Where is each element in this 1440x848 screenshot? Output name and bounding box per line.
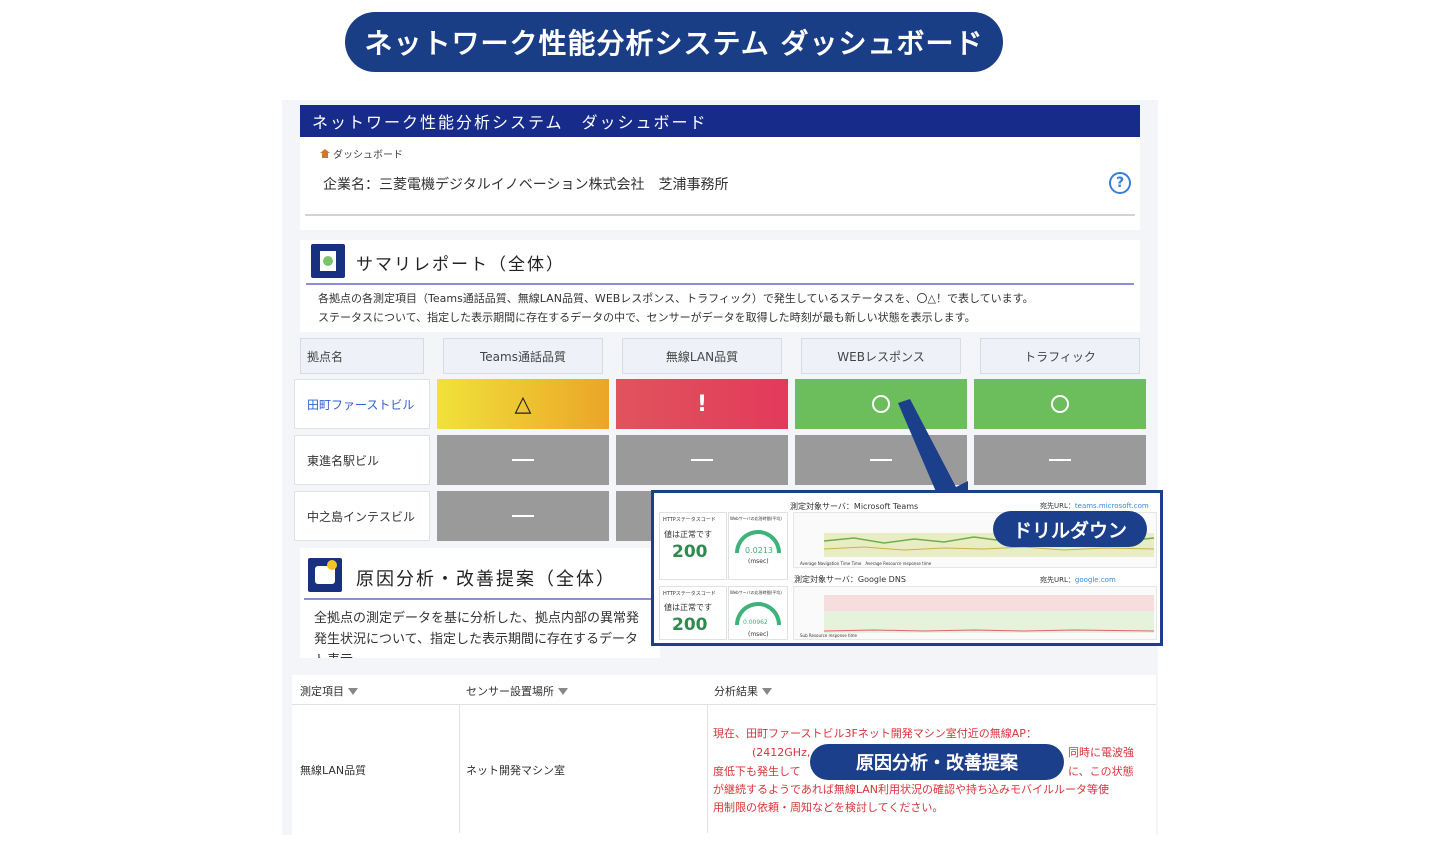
drilldown-badge: ドリルダウン — [993, 511, 1147, 547]
cause-desc-3: ト表示 — [314, 650, 353, 658]
status-code-1: 200 — [672, 542, 708, 562]
status-cell-none — [437, 435, 609, 485]
server-label-teams: 測定対象サーバ：Microsoft Teams — [790, 502, 919, 511]
http-label: HTTPステータスコード — [663, 591, 716, 597]
result-line-2a: (2412GHz, — [752, 746, 811, 759]
result-line-3a: 度低下も発生して — [713, 765, 801, 778]
banner-title: ネットワーク性能分析システム ダッシュボード — [345, 12, 1003, 72]
result-line-2b: 同時に電波強 — [1068, 746, 1134, 759]
status-cell-none — [616, 491, 656, 541]
http-label: HTTPステータスコード — [663, 517, 716, 523]
status-cell-ok-traffic[interactable] — [974, 379, 1146, 429]
alert-icon: ! — [696, 391, 708, 417]
no-data-icon — [1049, 459, 1071, 461]
unit-label: (msec) — [748, 631, 769, 638]
section-rule — [304, 598, 654, 600]
row-place: ネット開発マシン室 — [466, 764, 565, 777]
report-icon — [311, 244, 345, 278]
result-line-3b: に、この状態 — [1068, 765, 1134, 778]
rt-label: Webサーバの応答時間(平均) — [730, 516, 782, 521]
col-item[interactable]: 測定項目 — [300, 683, 358, 699]
filter-icon[interactable] — [762, 687, 772, 695]
unit-label: (msec) — [748, 558, 769, 565]
no-data-icon — [691, 459, 713, 461]
cause-desc-1: 全拠点の測定データを基に分析した、拠点内部の異常発 — [314, 611, 640, 626]
status-cell-none — [437, 491, 609, 541]
no-data-icon — [512, 515, 534, 517]
legend-1: Average Navigation Time Time Average Res… — [800, 561, 932, 566]
cause-badge: 原因分析・改善提案 — [810, 744, 1064, 780]
row-item: 無線LAN品質 — [300, 764, 367, 777]
breadcrumb-label: ダッシュボード — [333, 150, 403, 161]
site-label-nakanoshima: 中之島インテスビル — [294, 491, 430, 541]
site-label-meieki: 東進名駅ビル — [294, 435, 430, 485]
status-cell-none — [974, 435, 1146, 485]
url-label-dns: 宛先URL：google.com — [1040, 576, 1116, 584]
status-cell-warning[interactable]: △ — [437, 379, 609, 429]
url-label-teams: 宛先URL：teams.microsoft.com — [1040, 502, 1149, 510]
cause-desc-2: 発生状況について、指定した表示期間に存在するデータ — [314, 632, 638, 647]
col-traffic: トラフィック — [980, 338, 1140, 374]
col-site: 拠点名 — [300, 338, 424, 374]
ok-circle-icon — [1051, 395, 1069, 413]
col-wlan: 無線LAN品質 — [622, 338, 782, 374]
response-graph-2 — [793, 586, 1157, 640]
col-web: WEBレスポンス — [801, 338, 961, 374]
home-icon — [320, 149, 330, 158]
server-label-dns: 測定対象サーバ：Google DNS — [794, 575, 906, 584]
filter-icon[interactable] — [348, 687, 358, 695]
col-result[interactable]: 分析結果 — [714, 683, 772, 699]
warning-icon: △ — [514, 391, 532, 417]
no-data-icon — [512, 459, 534, 461]
summary-desc-1: 各拠点の各測定項目（Teams通話品質、無線LAN品質、WEBレスポンス、トラフ… — [318, 292, 1034, 305]
site-link-tamachi[interactable]: 田町ファーストビル — [294, 379, 430, 429]
status-cell-error[interactable]: ! — [616, 379, 788, 429]
normal-label: 値は正常です — [664, 530, 712, 539]
summary-title: サマリレポート（全体） — [356, 255, 565, 275]
column-divider — [707, 705, 708, 833]
normal-label: 値は正常です — [664, 603, 712, 612]
help-icon[interactable]: ? — [1109, 172, 1131, 194]
response-value-2: 0.00962 — [743, 619, 768, 626]
idea-icon — [308, 558, 342, 592]
column-divider — [459, 705, 460, 833]
filter-icon[interactable] — [558, 687, 568, 695]
result-line-4: が継続するようであれば無線LAN利用状況の確認や持ち込みモバイルルータ等使 — [713, 783, 1110, 796]
divider — [305, 214, 1135, 216]
summary-desc-2: ステータスについて、指定した表示期間に存在するデータの中で、センサーがデータを取… — [318, 311, 976, 324]
response-value-1: 0.0213 — [745, 546, 773, 555]
cause-title: 原因分析・改善提案（全体） — [356, 569, 616, 590]
app-header: ネットワーク性能分析システム ダッシュボード — [300, 105, 1140, 137]
status-cell-none — [616, 435, 788, 485]
section-rule — [306, 283, 1134, 285]
result-line-1: 現在、田町ファーストビル3Fネット開発マシン室付近の無線AP： — [713, 727, 1037, 740]
status-code-2: 200 — [672, 615, 708, 635]
col-place[interactable]: センサー設置場所 — [466, 683, 568, 699]
breadcrumb[interactable]: ダッシュボード — [320, 146, 403, 161]
legend-2: Sub Resource response time — [800, 633, 857, 638]
rt-label: Webサーバの応答時間(平均) — [730, 590, 782, 595]
company-name: 企業名：三菱電機デジタルイノベーション株式会社 芝浦事務所 — [323, 177, 729, 193]
result-line-5: 用制限の依頼・周知などを検討してください。 — [713, 801, 944, 814]
col-teams: Teams通話品質 — [443, 338, 603, 374]
